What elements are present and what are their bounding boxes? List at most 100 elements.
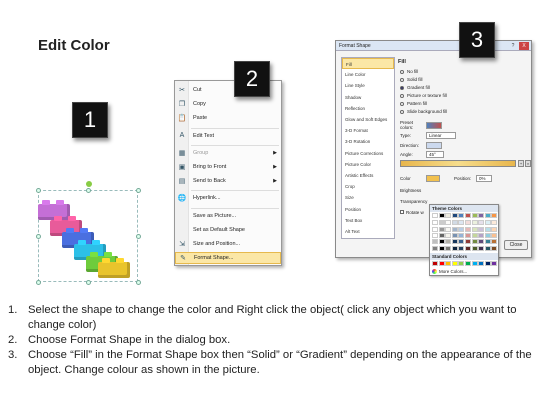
- close-icon[interactable]: X: [519, 42, 529, 50]
- theme-color-swatch[interactable]: [432, 220, 438, 226]
- fill-option-picture-or-texture-fill[interactable]: Picture or texture fill: [400, 92, 447, 99]
- resize-handle[interactable]: [136, 234, 141, 239]
- nav-item-shadow[interactable]: Shadow: [342, 92, 394, 103]
- direction-dropdown[interactable]: [426, 141, 442, 149]
- nav-item-fill[interactable]: Fill: [342, 58, 394, 69]
- menu-item-set-as-default-shape[interactable]: Set as Default Shape: [175, 224, 281, 236]
- menu-item-paste[interactable]: 📋 Paste: [175, 112, 281, 124]
- standard-color-swatch[interactable]: [478, 261, 485, 266]
- resize-handle[interactable]: [36, 280, 41, 285]
- standard-color-swatch[interactable]: [438, 261, 445, 266]
- resize-handle[interactable]: [86, 280, 91, 285]
- theme-color-swatch[interactable]: [491, 220, 498, 226]
- theme-color-swatch[interactable]: [445, 245, 452, 251]
- nav-item-position[interactable]: Position: [342, 204, 394, 215]
- nav-item-3-d-rotation[interactable]: 3-D Rotation: [342, 136, 394, 147]
- radio-button[interactable]: [400, 85, 404, 90]
- angle-input[interactable]: 45°: [426, 150, 444, 158]
- menu-item-hyperlink[interactable]: 🌐 Hyperlink...: [175, 192, 281, 204]
- menu-item-size-and-position[interactable]: ⇲ Size and Position...: [175, 238, 281, 250]
- theme-color-swatch[interactable]: [465, 239, 471, 245]
- theme-color-swatch[interactable]: [458, 232, 465, 238]
- theme-color-swatch[interactable]: [432, 226, 438, 232]
- nav-item-picture-corrections[interactable]: Picture Corrections: [342, 148, 394, 159]
- theme-color-swatch[interactable]: [451, 245, 458, 251]
- menu-item-format-shape[interactable]: ✎ Format Shape...: [175, 252, 281, 265]
- theme-color-swatch[interactable]: [458, 239, 465, 245]
- fill-option-pattern-fill[interactable]: Pattern fill: [400, 100, 427, 107]
- theme-color-swatch[interactable]: [445, 213, 452, 218]
- theme-color-swatch[interactable]: [484, 239, 491, 245]
- standard-color-swatch[interactable]: [471, 261, 478, 266]
- menu-item-bring-to-front[interactable]: ▣ Bring to Front ▶: [175, 161, 281, 173]
- theme-color-swatch[interactable]: [478, 226, 485, 232]
- fill-option-gradient-fill[interactable]: Gradient fill: [400, 84, 430, 91]
- color-picker-button[interactable]: [426, 174, 440, 182]
- radio-button[interactable]: [400, 101, 404, 106]
- theme-color-swatch[interactable]: [484, 213, 491, 218]
- theme-color-swatch[interactable]: [465, 245, 471, 251]
- add-stop-button[interactable]: +: [518, 160, 524, 167]
- theme-color-swatch[interactable]: [465, 220, 471, 226]
- preset-colors-dropdown[interactable]: [426, 121, 442, 129]
- rotation-handle[interactable]: [86, 181, 92, 187]
- theme-color-swatch[interactable]: [491, 239, 498, 245]
- theme-color-swatch[interactable]: [471, 245, 478, 251]
- resize-handle[interactable]: [36, 188, 41, 193]
- theme-color-swatch[interactable]: [438, 239, 445, 245]
- position-input[interactable]: 0%: [476, 174, 492, 182]
- help-icon[interactable]: ?: [509, 42, 517, 50]
- theme-color-swatch[interactable]: [491, 213, 498, 218]
- fill-option-slide-background-fill[interactable]: Slide background fill: [400, 108, 447, 115]
- theme-color-swatch[interactable]: [432, 245, 438, 251]
- radio-button[interactable]: [400, 69, 404, 74]
- theme-color-swatch[interactable]: [432, 213, 438, 218]
- nav-item-glow-and-soft-edges[interactable]: Glow and Soft Edges: [342, 114, 394, 125]
- theme-color-swatch[interactable]: [445, 232, 452, 238]
- type-dropdown[interactable]: Linear: [426, 131, 456, 139]
- nav-item-picture-color[interactable]: Picture Color: [342, 159, 394, 170]
- standard-color-swatch[interactable]: [491, 261, 498, 266]
- theme-color-swatch[interactable]: [478, 213, 485, 218]
- resize-handle[interactable]: [136, 188, 141, 193]
- nav-item-size[interactable]: Size: [342, 192, 394, 203]
- standard-color-swatch[interactable]: [432, 261, 438, 266]
- theme-color-swatch[interactable]: [471, 232, 478, 238]
- nav-item-reflection[interactable]: Reflection: [342, 103, 394, 114]
- theme-color-swatch[interactable]: [471, 213, 478, 218]
- fill-option-no-fill[interactable]: No fill: [400, 68, 418, 75]
- theme-color-swatch[interactable]: [445, 239, 452, 245]
- theme-color-swatch[interactable]: [471, 220, 478, 226]
- nav-item-alt-text[interactable]: Alt Text: [342, 226, 394, 237]
- resize-handle[interactable]: [136, 280, 141, 285]
- theme-color-swatch[interactable]: [432, 239, 438, 245]
- theme-color-swatch[interactable]: [491, 226, 498, 232]
- menu-item-send-to-back[interactable]: ▤ Send to Back ▶: [175, 175, 281, 187]
- theme-color-swatch[interactable]: [458, 245, 465, 251]
- standard-color-swatch[interactable]: [445, 261, 452, 266]
- theme-color-swatch[interactable]: [445, 220, 452, 226]
- theme-color-swatch[interactable]: [465, 213, 471, 218]
- theme-color-swatch[interactable]: [491, 245, 498, 251]
- theme-color-swatch[interactable]: [478, 239, 485, 245]
- theme-color-swatch[interactable]: [438, 226, 445, 232]
- radio-button[interactable]: [400, 109, 404, 114]
- theme-color-swatch[interactable]: [471, 226, 478, 232]
- rotate-checkbox[interactable]: [400, 210, 404, 214]
- theme-color-swatch[interactable]: [465, 232, 471, 238]
- theme-color-swatch[interactable]: [484, 232, 491, 238]
- theme-color-swatch[interactable]: [438, 213, 445, 218]
- theme-color-swatch[interactable]: [451, 226, 458, 232]
- standard-color-swatch[interactable]: [458, 261, 465, 266]
- theme-color-swatch[interactable]: [465, 226, 471, 232]
- resize-handle[interactable]: [36, 234, 41, 239]
- theme-color-swatch[interactable]: [478, 232, 485, 238]
- gradient-stops-bar[interactable]: [400, 160, 516, 167]
- theme-color-swatch[interactable]: [451, 232, 458, 238]
- menu-item-group[interactable]: ▦ Group ▶: [175, 147, 281, 159]
- theme-color-swatch[interactable]: [451, 239, 458, 245]
- more-colors-link[interactable]: More Colors...: [432, 269, 467, 274]
- menu-item-edit-text[interactable]: A Edit Text: [175, 130, 281, 142]
- nav-item-line-color[interactable]: Line Color: [342, 69, 394, 80]
- theme-color-swatch[interactable]: [478, 220, 485, 226]
